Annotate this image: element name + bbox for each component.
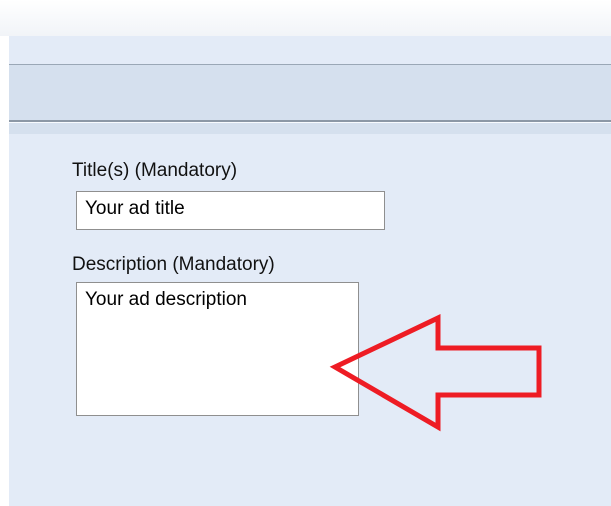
ad-description-textarea[interactable]: Your ad description — [76, 282, 359, 416]
application-window-panel: Title(s) (Mandatory) Your ad title Descr… — [9, 36, 611, 506]
application-screenshot: Title(s) (Mandatory) Your ad title Descr… — [0, 0, 611, 506]
horizontal-divider-highlight — [9, 122, 611, 123]
red-arrow-shape — [329, 314, 542, 432]
description-field-label: Description (Mandatory) — [72, 254, 275, 275]
left-arrow-icon — [329, 314, 542, 432]
title-field-label: Title(s) (Mandatory) — [72, 160, 238, 181]
ad-title-input[interactable]: Your ad title — [76, 191, 385, 230]
top-window-strip — [0, 0, 611, 36]
